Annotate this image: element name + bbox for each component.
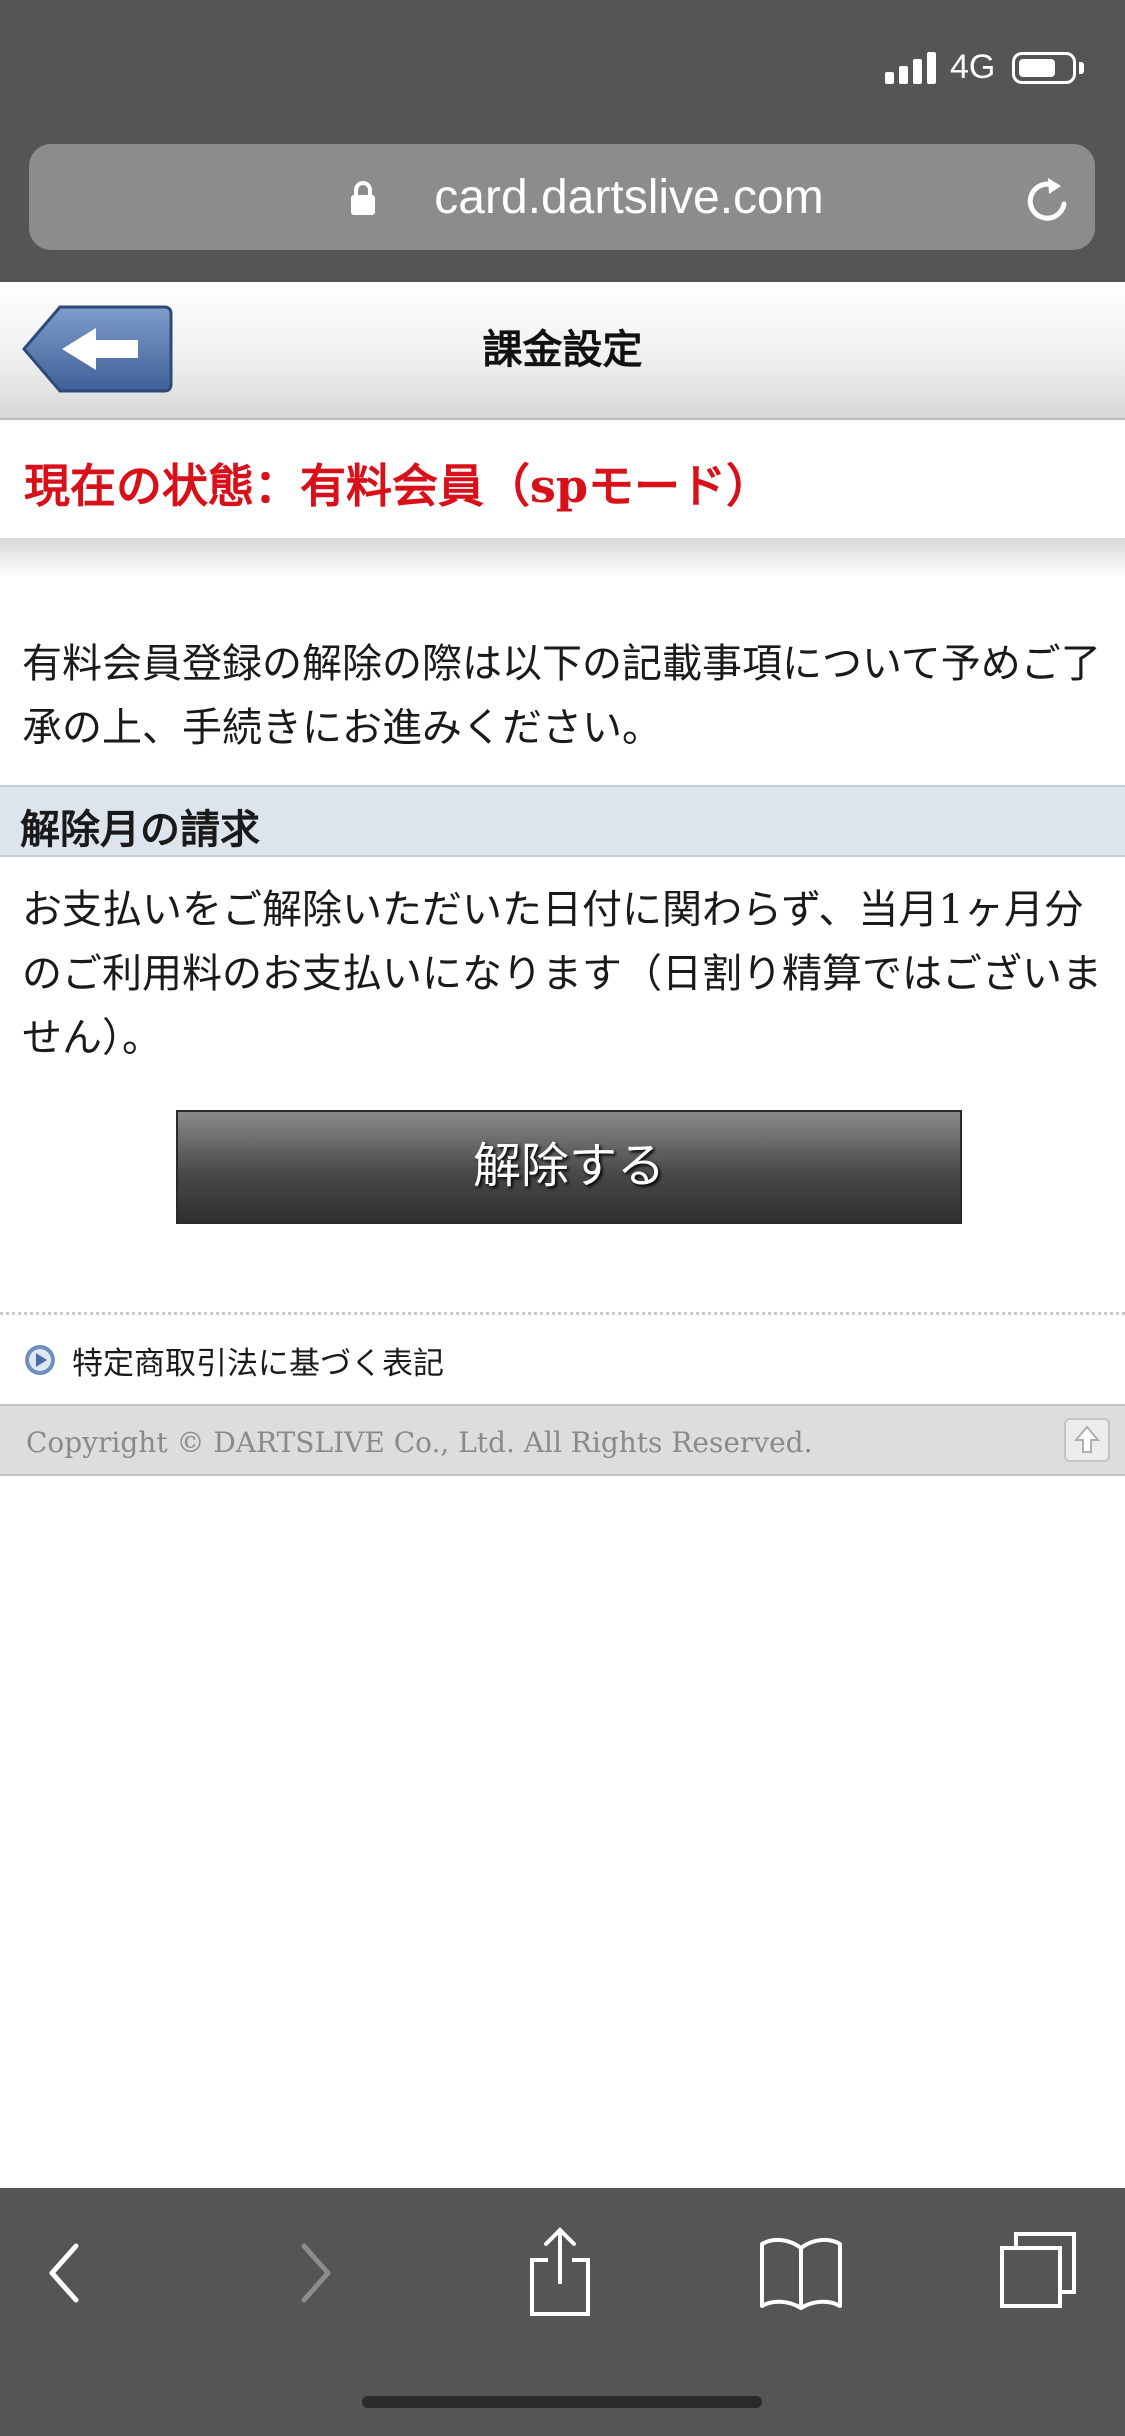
legal-notice-link[interactable]: 特定商取引法に基づく表記	[0, 1318, 1125, 1404]
tabs-icon[interactable]	[996, 2228, 1080, 2312]
copyright-text: Copyright © DARTSLIVE Co., Ltd. All Righ…	[26, 1426, 813, 1459]
intro-text: 有料会員登録の解除の際は以下の記載事項について予めご了承の上、手続きにお進みくだ…	[22, 641, 1101, 751]
browser-chrome: card.dartslive.com	[0, 140, 1125, 282]
bookmarks-icon[interactable]	[758, 2232, 844, 2312]
network-label: 4G	[950, 48, 996, 86]
battery-icon	[1012, 52, 1076, 84]
section-title: 解除月の請求	[20, 806, 260, 853]
membership-status: 現在の状態：有料会員（spモード）	[24, 459, 773, 513]
home-indicator	[362, 2396, 762, 2408]
chevron-right-icon[interactable]	[292, 2238, 340, 2308]
chevron-left-icon[interactable]	[40, 2238, 88, 2308]
section-header: 解除月の請求	[0, 785, 1125, 857]
play-circle-icon	[25, 1345, 55, 1375]
share-icon[interactable]	[520, 2224, 600, 2320]
scroll-top-button[interactable]	[1064, 1418, 1110, 1462]
footer: Copyright © DARTSLIVE Co., Ltd. All Righ…	[0, 1404, 1125, 1476]
battery-cap	[1079, 62, 1084, 74]
lock-icon	[351, 181, 375, 215]
reload-icon[interactable]	[1021, 174, 1075, 228]
divider-shadow	[0, 538, 1125, 578]
scroll-top-icon	[1073, 1425, 1101, 1453]
back-arrow-icon	[22, 305, 173, 393]
section-body: お支払いをご解除いただいた日付に関わらず、当月1ヶ月分のご利用料のお支払いになり…	[22, 887, 1102, 1061]
back-button[interactable]	[22, 304, 174, 394]
dotted-divider	[0, 1312, 1125, 1315]
legal-notice-label: 特定商取引法に基づく表記	[72, 1346, 444, 1382]
cancel-membership-button[interactable]: 解除する	[176, 1110, 962, 1224]
url-text: card.dartslive.com	[434, 171, 824, 224]
signal-icon	[885, 52, 941, 84]
membership-status-row: 現在の状態：有料会員（spモード）	[0, 420, 1125, 538]
url-bar[interactable]: card.dartslive.com	[29, 144, 1095, 250]
page-header: 課金設定	[0, 282, 1125, 420]
status-bar: 4G	[0, 0, 1125, 140]
